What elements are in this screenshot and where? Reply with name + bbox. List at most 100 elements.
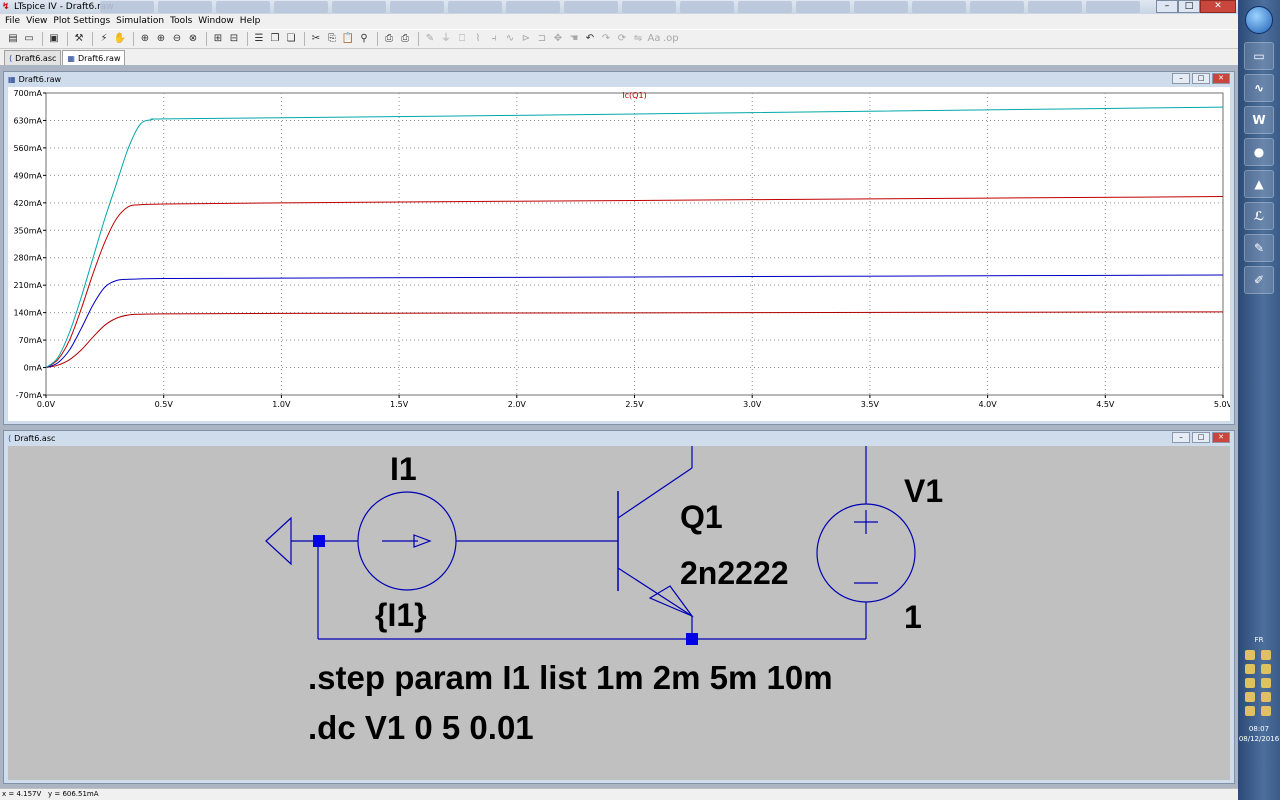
zoom-cancel-icon[interactable]: ⊗ bbox=[186, 32, 200, 46]
system-tray: FR 08:07 08/12/2016 bbox=[1238, 636, 1280, 744]
paint-icon[interactable]: ✐ bbox=[1244, 266, 1274, 294]
schematic-maximize-button[interactable]: □ bbox=[1192, 432, 1210, 443]
waveform-icon: ▦ bbox=[67, 53, 75, 63]
tray-icon[interactable] bbox=[1245, 678, 1255, 688]
menu-window[interactable]: Window bbox=[196, 14, 238, 29]
tray-icon[interactable] bbox=[1245, 706, 1255, 716]
ground-icon[interactable]: ⏚ bbox=[439, 32, 453, 46]
paste-icon[interactable]: 📋 bbox=[341, 32, 355, 46]
print-icon[interactable]: ⎙ bbox=[398, 32, 412, 46]
x-tick-label: 1.0V bbox=[272, 400, 291, 409]
firefox-icon[interactable]: ● bbox=[1244, 138, 1274, 166]
drag-icon[interactable]: ☚ bbox=[567, 32, 581, 46]
x-tick-label: 0.0V bbox=[37, 400, 56, 409]
tray-icon[interactable] bbox=[1261, 678, 1271, 688]
x-tick-label: 3.5V bbox=[861, 400, 880, 409]
menu-help[interactable]: Help bbox=[238, 14, 265, 29]
schematic-window-titlebar[interactable]: ⟨ Draft6.asc bbox=[4, 431, 1234, 445]
tray-icon[interactable] bbox=[1261, 650, 1271, 660]
zoom-in-icon[interactable]: ⊕ bbox=[154, 32, 168, 46]
y-tick-label: 210mA bbox=[13, 281, 42, 290]
start-button[interactable] bbox=[1245, 6, 1273, 34]
schematic-close-button[interactable]: ✕ bbox=[1212, 432, 1230, 443]
plot-close-button[interactable]: ✕ bbox=[1212, 73, 1230, 84]
tray-icon[interactable] bbox=[1245, 650, 1255, 660]
i1-value: {I1} bbox=[375, 597, 427, 633]
control-panel-icon[interactable]: ⚒ bbox=[72, 32, 86, 46]
redo-icon[interactable]: ↷ bbox=[599, 32, 613, 46]
plot-pane-icon[interactable]: ⊟ bbox=[227, 32, 241, 46]
schematic-canvas[interactable]: I1 {I1} Q1 2n2222 V1 1 .step param I1 li… bbox=[8, 446, 1230, 780]
schematic-drawing[interactable]: I1 {I1} Q1 2n2222 V1 1 .step param I1 li… bbox=[8, 446, 1230, 780]
waveform-icon: ▦ bbox=[8, 74, 16, 84]
autorange-icon[interactable]: ⊞ bbox=[211, 32, 225, 46]
tile-vertical-icon[interactable]: ❏ bbox=[284, 32, 298, 46]
capacitor-icon[interactable]: ⫞ bbox=[487, 32, 501, 46]
find-icon[interactable]: ⚲ bbox=[357, 32, 371, 46]
inductor-icon[interactable]: ∿ bbox=[503, 32, 517, 46]
x-tick-label: 0.5V bbox=[155, 400, 174, 409]
y-tick-label: -70mA bbox=[16, 391, 43, 400]
maximize-button[interactable]: □ bbox=[1178, 0, 1200, 13]
close-button[interactable]: ✕ bbox=[1200, 0, 1236, 13]
plot-maximize-button[interactable]: □ bbox=[1192, 73, 1210, 84]
label-icon[interactable]: ⎕ bbox=[455, 32, 469, 46]
menu-view[interactable]: View bbox=[24, 14, 51, 29]
plot-minimize-button[interactable]: – bbox=[1172, 73, 1190, 84]
component-icon[interactable]: ⊐ bbox=[535, 32, 549, 46]
y-tick-label: 490mA bbox=[13, 171, 42, 180]
menu-file[interactable]: File bbox=[3, 14, 24, 29]
menu-plot-settings[interactable]: Plot Settings bbox=[51, 14, 114, 29]
zoom-out-icon[interactable]: ⊖ bbox=[170, 32, 184, 46]
waveform-window-titlebar[interactable]: ▦ Draft6.raw bbox=[4, 72, 1234, 86]
diode-icon[interactable]: ⊳ bbox=[519, 32, 533, 46]
save-icon[interactable]: ▣ bbox=[47, 32, 61, 46]
halt-icon[interactable]: ✋ bbox=[113, 32, 127, 46]
language-indicator[interactable]: FR bbox=[1238, 636, 1280, 644]
x-tick-label: 2.5V bbox=[625, 400, 644, 409]
word-icon[interactable]: W bbox=[1244, 106, 1274, 134]
toolbar: ▤ ▭ ▣ ⚒ ⚡ ✋ ⊕ ⊕ ⊖ ⊗ ⊞ ⊟ ☰ ❐ ❏ ✂ ⎘ 📋 ⚲ ⎙ … bbox=[0, 29, 1238, 49]
tray-icon[interactable] bbox=[1245, 664, 1255, 674]
explorer-icon[interactable]: ▭ bbox=[1244, 42, 1274, 70]
tile-horizontal-icon[interactable]: ☰ bbox=[252, 32, 266, 46]
new-schematic-icon[interactable]: ▤ bbox=[6, 32, 20, 46]
run-icon[interactable]: ⚡ bbox=[97, 32, 111, 46]
tab-draft6-raw[interactable]: ▦ Draft6.raw bbox=[62, 50, 126, 65]
mirror-icon[interactable]: ⇋ bbox=[631, 32, 645, 46]
copy-icon[interactable]: ⎘ bbox=[325, 32, 339, 46]
open-icon[interactable]: ▭ bbox=[22, 32, 36, 46]
cut-icon[interactable]: ✂ bbox=[309, 32, 323, 46]
ltspice-taskbar-icon[interactable]: ∿ bbox=[1244, 74, 1274, 102]
schematic-window: ⟨ Draft6.asc – □ ✕ I1 {I1} Q1 2n2222 V1 … bbox=[3, 430, 1235, 784]
menu-simulation[interactable]: Simulation bbox=[114, 14, 168, 29]
taskbar-strip bbox=[100, 1, 1160, 13]
tray-icon[interactable] bbox=[1261, 692, 1271, 702]
notepad-icon[interactable]: ✎ bbox=[1244, 234, 1274, 262]
spice-directive-icon[interactable]: .op bbox=[663, 32, 679, 46]
ic-q1-plot[interactable]: 0.0V 0.5V 1.0V 1.5V 2.0V 2.5V 3.0V 3.5V 4.0V 4.5V… bbox=[8, 87, 1230, 421]
matlab-icon[interactable]: ▲ bbox=[1244, 170, 1274, 198]
tab-draft6-asc[interactable]: ⟨ Draft6.asc bbox=[4, 50, 62, 65]
windows-taskbar: ▭ ∿ W ● ▲ ℒ ✎ ✐ FR 08:07 08/12/2016 bbox=[1238, 0, 1280, 800]
lt-app-icon[interactable]: ℒ bbox=[1244, 202, 1274, 230]
resistor-icon[interactable]: ⌇ bbox=[471, 32, 485, 46]
schematic-minimize-button[interactable]: – bbox=[1172, 432, 1190, 443]
zoom-area-icon[interactable]: ⊕ bbox=[138, 32, 152, 46]
rotate-icon[interactable]: ⟳ bbox=[615, 32, 629, 46]
clock[interactable]: 08:07 08/12/2016 bbox=[1238, 724, 1280, 744]
plot-area[interactable]: 0.0V 0.5V 1.0V 1.5V 2.0V 2.5V 3.0V 3.5V 4.0V 4.5V… bbox=[8, 87, 1230, 421]
undo-icon[interactable]: ↶ bbox=[583, 32, 597, 46]
text-icon[interactable]: Aa bbox=[647, 32, 661, 46]
tray-icon[interactable] bbox=[1261, 706, 1271, 716]
x-tick-label: 3.0V bbox=[743, 400, 762, 409]
cascade-icon[interactable]: ❐ bbox=[268, 32, 282, 46]
minimize-button[interactable]: – bbox=[1156, 0, 1178, 13]
tray-icon[interactable] bbox=[1245, 692, 1255, 702]
print-setup-icon[interactable]: ⎙ bbox=[382, 32, 396, 46]
schematic-icon: ⟨ bbox=[9, 53, 13, 63]
menu-tools[interactable]: Tools bbox=[168, 14, 196, 29]
move-icon[interactable]: ✥ bbox=[551, 32, 565, 46]
tray-icon[interactable] bbox=[1261, 664, 1271, 674]
wire-icon[interactable]: ✎ bbox=[423, 32, 437, 46]
